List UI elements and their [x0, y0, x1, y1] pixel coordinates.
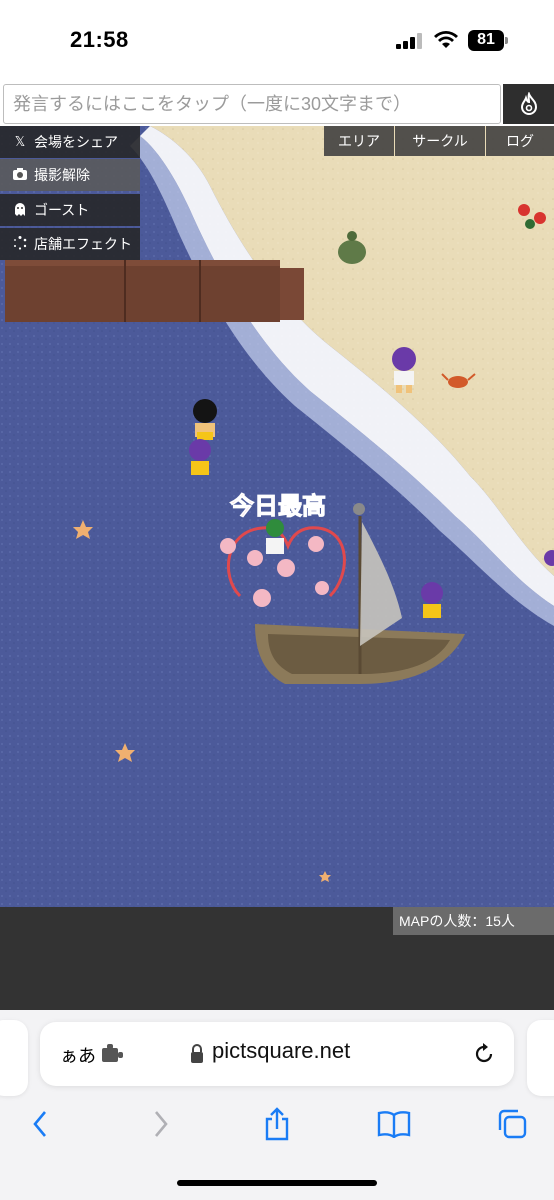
page-settings-button[interactable]: ぁあ: [60, 1042, 96, 1068]
previous-tab-preview[interactable]: [0, 1020, 28, 1096]
chevron-right-icon: [155, 1111, 168, 1137]
ghost-label: ゴースト: [34, 202, 90, 218]
flame-icon: [520, 92, 537, 115]
chat-input[interactable]: 発言するにはここをタップ（一度に30文字まで）: [3, 84, 501, 124]
battery-icon: 81: [468, 30, 508, 51]
address-bar[interactable]: ぁあ pictsquare.net: [40, 1022, 514, 1086]
share-venue-button[interactable]: 𝕏 会場をシェア: [0, 126, 140, 158]
home-indicator: [177, 1180, 377, 1186]
chat-row: 発言するにはここをタップ（一度に30文字まで）: [0, 84, 554, 126]
tabs-icon: [498, 1109, 527, 1139]
reload-icon[interactable]: [472, 1042, 496, 1066]
ghost-icon: [12, 202, 28, 219]
ghost-button[interactable]: ゴースト: [0, 194, 140, 226]
share-venue-label: 会場をシェア: [34, 134, 118, 150]
browser-toolbar: ぁあ pictsquare.net: [0, 1010, 554, 1200]
status-bar: 21:58 81: [0, 0, 554, 84]
back-button[interactable]: [18, 1102, 62, 1146]
forward-button[interactable]: [139, 1102, 183, 1146]
map-people-count-overlay: MAPの人数：15人: [393, 907, 554, 935]
battery-level: 81: [477, 31, 495, 48]
spinner-icon: [12, 235, 28, 253]
flame-button[interactable]: [503, 84, 554, 124]
bookmarks-button[interactable]: [372, 1102, 416, 1146]
game-map[interactable]: 今日最高 𝕏 会場をシェア 撮影解除 ゴースト 店舗エフェクト エリア サークル…: [0, 126, 554, 907]
store-effect-label: 店舗エフェクト: [34, 236, 132, 252]
next-tab-preview[interactable]: [527, 1020, 554, 1096]
extension-icon[interactable]: [102, 1044, 124, 1064]
camera-icon: [12, 167, 28, 183]
share-icon: [265, 1107, 289, 1141]
share-button[interactable]: [255, 1102, 299, 1146]
tab-area[interactable]: エリア: [324, 126, 394, 156]
tabs-button[interactable]: [490, 1102, 534, 1146]
photo-mode-button[interactable]: 撮影解除: [0, 159, 140, 191]
navigation-row: [0, 1102, 554, 1148]
photo-mode-label: 撮影解除: [34, 167, 90, 183]
store-effect-button[interactable]: 店舗エフェクト: [0, 228, 140, 260]
book-icon: [377, 1111, 411, 1138]
tab-log[interactable]: ログ: [486, 126, 554, 156]
x-logo-icon: 𝕏: [14, 134, 26, 149]
signal-icon: [396, 33, 422, 49]
tab-circle[interactable]: サークル: [395, 126, 485, 156]
speech-bubble: 今日最高: [230, 492, 326, 520]
lock-icon: [191, 1044, 203, 1063]
wifi-icon: [434, 31, 458, 48]
status-time: 21:58: [70, 27, 129, 52]
chevron-left-icon: [33, 1111, 46, 1137]
url-text[interactable]: pictsquare.net: [212, 1038, 350, 1064]
